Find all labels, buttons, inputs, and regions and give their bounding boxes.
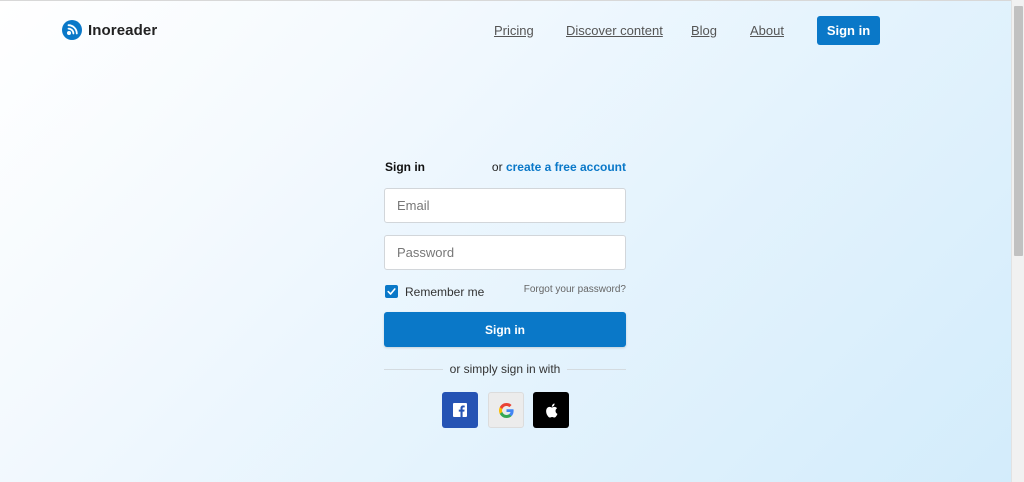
apple-sign-in-button[interactable] bbox=[533, 392, 569, 428]
password-field[interactable] bbox=[384, 235, 626, 270]
inoreader-logo-icon bbox=[62, 20, 82, 40]
divider-right bbox=[567, 369, 626, 370]
google-sign-in-button[interactable] bbox=[488, 392, 524, 428]
email-field[interactable] bbox=[384, 188, 626, 223]
check-icon bbox=[387, 288, 396, 295]
vertical-scrollbar[interactable] bbox=[1011, 0, 1024, 482]
facebook-icon bbox=[453, 403, 467, 417]
sign-in-heading: Sign in bbox=[385, 160, 425, 174]
facebook-sign-in-button[interactable] bbox=[442, 392, 478, 428]
login-page: Inoreader Pricing Discover content Blog … bbox=[0, 0, 1011, 482]
create-account-link[interactable]: create a free account bbox=[506, 160, 626, 174]
brand-name: Inoreader bbox=[88, 21, 158, 39]
brand-logo[interactable]: Inoreader bbox=[62, 20, 157, 40]
nav-discover-content[interactable]: Discover content bbox=[566, 23, 663, 38]
header-sign-in-button[interactable]: Sign in bbox=[817, 16, 880, 45]
nav-about[interactable]: About bbox=[750, 23, 784, 38]
remember-me-checkbox[interactable] bbox=[385, 285, 398, 298]
apple-icon bbox=[545, 403, 557, 418]
create-account-line: or create a free account bbox=[492, 160, 626, 174]
or-text: or bbox=[491, 160, 503, 174]
nav-pricing[interactable]: Pricing bbox=[494, 23, 534, 38]
nav-blog[interactable]: Blog bbox=[691, 23, 717, 38]
scrollbar-thumb[interactable] bbox=[1014, 6, 1023, 256]
forgot-password-link[interactable]: Forgot your password? bbox=[524, 284, 626, 295]
remember-me-label[interactable]: Remember me bbox=[405, 285, 484, 299]
sign-in-submit-button[interactable]: Sign in bbox=[384, 312, 626, 347]
google-icon bbox=[498, 402, 514, 418]
